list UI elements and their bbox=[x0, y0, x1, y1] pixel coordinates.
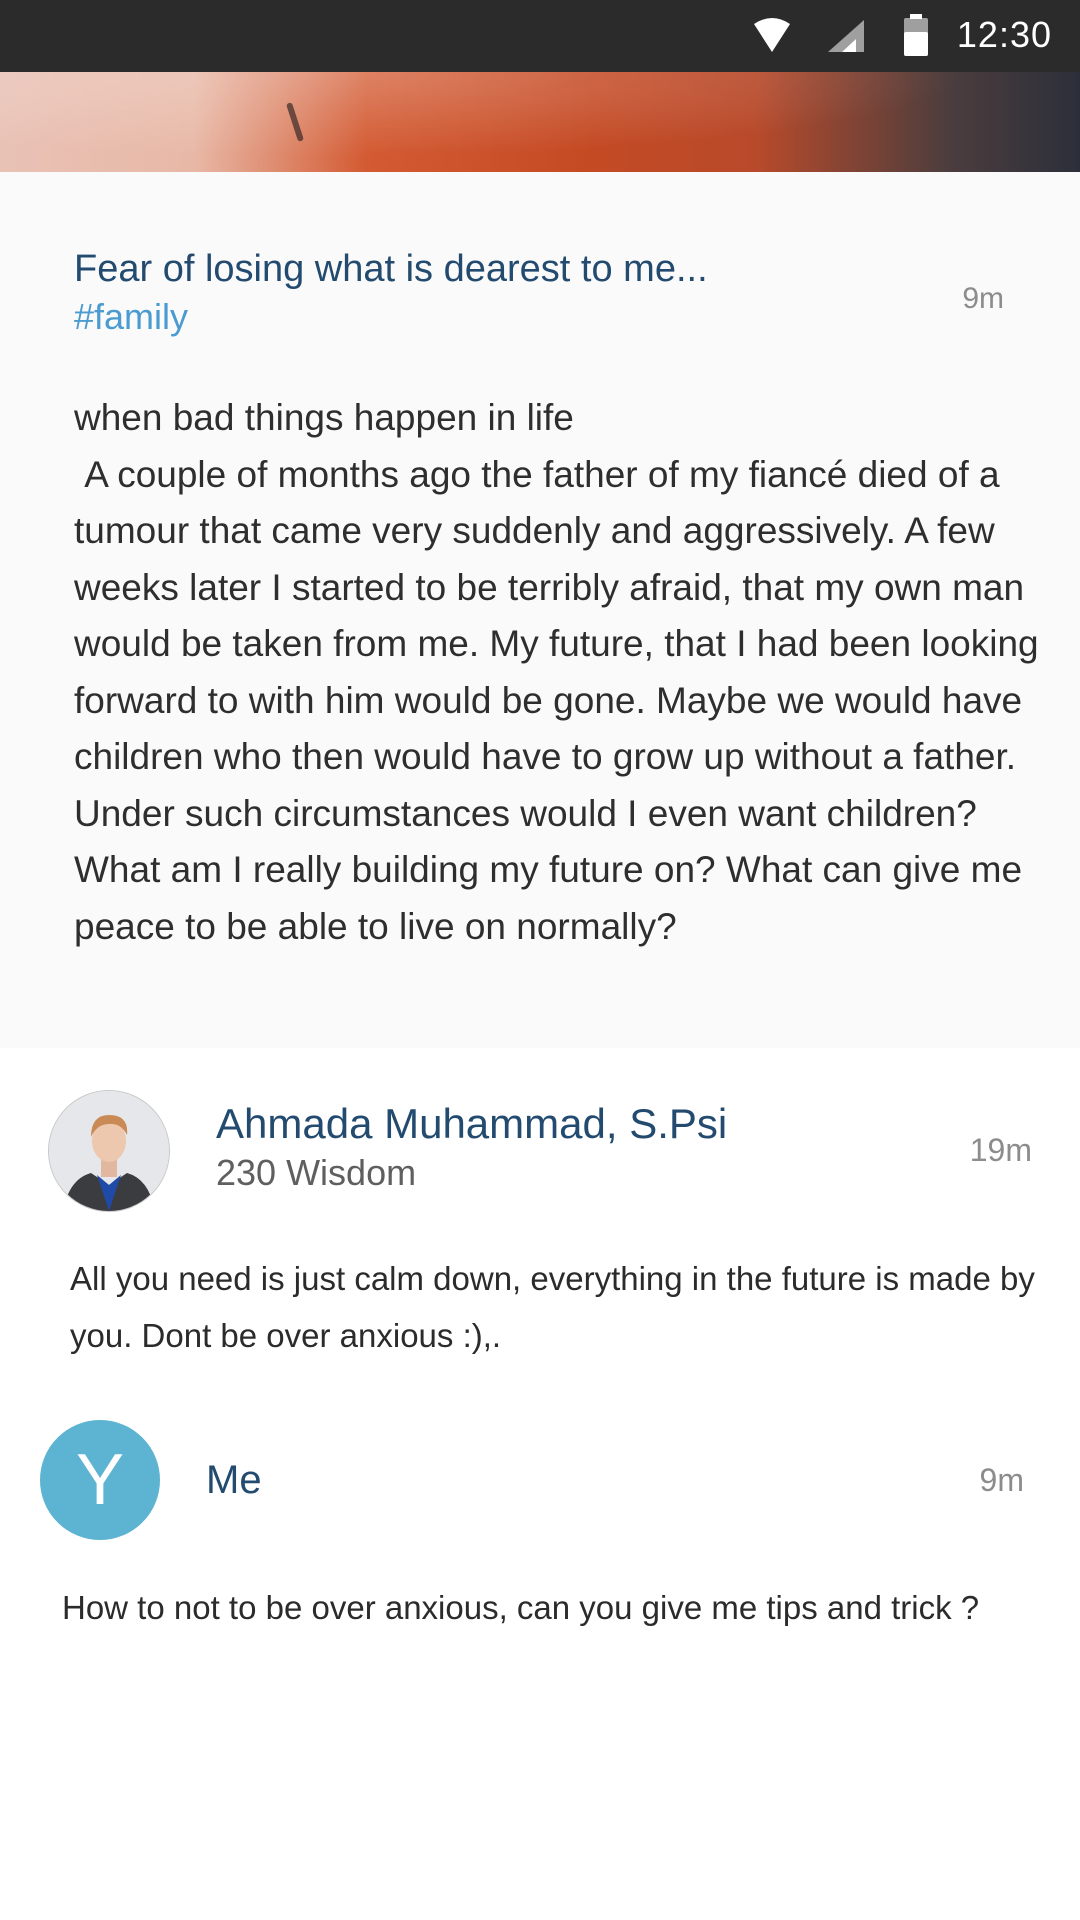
cell-signal-icon bbox=[828, 20, 864, 52]
post-tag[interactable]: #family bbox=[74, 296, 188, 338]
comment-timestamp: 19m bbox=[969, 1132, 1032, 1168]
commenter-name[interactable]: Ahmada Muhammad, S.Psi bbox=[216, 1100, 727, 1148]
status-time: 12:30 bbox=[956, 14, 1052, 55]
me-name: Me bbox=[206, 1458, 262, 1502]
post-timestamp: 9m bbox=[962, 282, 1004, 315]
commenter-avatar[interactable] bbox=[48, 1090, 170, 1212]
comment-text: All you need is just calm down, everythi… bbox=[70, 1260, 1035, 1354]
commenter-wisdom: 230 Wisdom bbox=[216, 1152, 417, 1193]
wifi-icon bbox=[754, 18, 790, 52]
reply-timestamp: 9m bbox=[979, 1462, 1024, 1498]
post-title: Fear of losing what is dearest to me... bbox=[74, 248, 708, 290]
me-avatar[interactable]: Y bbox=[40, 1420, 160, 1540]
battery-icon bbox=[904, 14, 928, 56]
status-bar: 12:30 bbox=[0, 0, 1080, 72]
post-card: Fear of losing what is dearest to me... … bbox=[0, 172, 1080, 1048]
reply-text: How to not to be over anxious, can you g… bbox=[62, 1589, 980, 1626]
post-body: when bad things happen in life A couple … bbox=[74, 397, 1039, 947]
post-cover-image bbox=[0, 72, 1080, 172]
